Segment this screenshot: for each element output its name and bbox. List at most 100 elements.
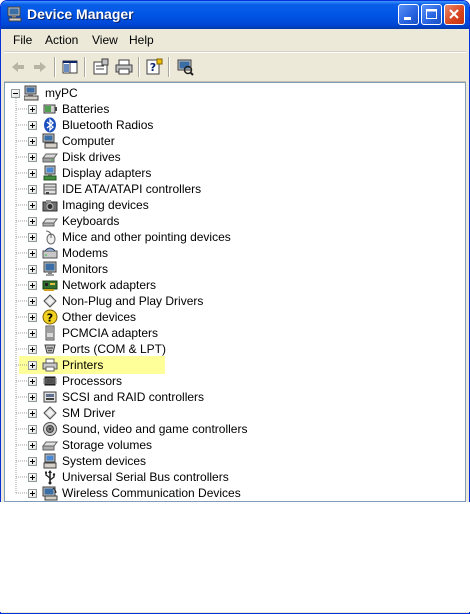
- title-bar[interactable]: Device Manager: [1, 1, 469, 29]
- tree-item-universal-serial-bus-controllers[interactable]: Universal Serial Bus controllers: [5, 469, 305, 485]
- tree-item-label: Keyboards: [62, 214, 120, 228]
- tree-item-printers[interactable]: Printers: [5, 357, 305, 373]
- tree-item-label: Monitors: [62, 262, 109, 276]
- expand-toggle[interactable]: [28, 217, 37, 226]
- tree-item-batteries[interactable]: Batteries: [5, 101, 305, 117]
- tree-item-label: Bluetooth Radios: [62, 118, 154, 132]
- menu-action[interactable]: Action: [45, 33, 78, 47]
- tree-item-bluetooth-radios[interactable]: Bluetooth Radios: [5, 117, 305, 133]
- expand-toggle[interactable]: [28, 281, 37, 290]
- expand-toggle[interactable]: [28, 329, 37, 338]
- expand-toggle[interactable]: [28, 201, 37, 210]
- tree-item-pcmcia-adapters[interactable]: PCMCIA adapters: [5, 325, 305, 341]
- tree-item-ide-ata-atapi-controllers[interactable]: IDE ATA/ATAPI controllers: [5, 181, 305, 197]
- menu-bar: File Action View Help: [4, 29, 466, 52]
- device-tree[interactable]: myPC Batteries Bluetooth Radios Computer Dis…: [4, 82, 466, 502]
- camera-icon: [42, 200, 58, 212]
- expand-toggle[interactable]: [28, 313, 37, 322]
- tree-item-computer[interactable]: Computer: [5, 133, 305, 149]
- menu-help[interactable]: Help: [129, 33, 154, 47]
- tree-item-system-devices[interactable]: System devices: [5, 453, 305, 469]
- printer-icon: [42, 358, 58, 372]
- monitor-icon: [43, 261, 57, 276]
- expand-toggle[interactable]: [28, 393, 37, 402]
- expand-toggle[interactable]: [28, 185, 37, 194]
- show-hide-console-tree-icon[interactable]: [61, 58, 79, 76]
- tree-item-other-devices[interactable]: ? Other devices: [5, 309, 305, 325]
- system-device-icon: [43, 453, 57, 469]
- processor-icon: [43, 376, 57, 386]
- expand-toggle[interactable]: [28, 345, 37, 354]
- tree-item-ports-com-lpt[interactable]: Ports (COM & LPT): [5, 341, 305, 357]
- collapse-toggle[interactable]: [11, 89, 20, 98]
- scan-hardware-icon[interactable]: [176, 58, 194, 76]
- tree-item-label: Storage volumes: [62, 438, 153, 452]
- tree-item-display-adapters[interactable]: Display adapters: [5, 165, 305, 181]
- tree-root-label: myPC: [45, 86, 78, 100]
- modem-icon: [42, 247, 58, 259]
- device-manager-icon: [7, 6, 22, 22]
- expand-toggle[interactable]: [28, 153, 37, 162]
- toolbar-separator: [168, 57, 170, 77]
- tree-item-disk-drives[interactable]: Disk drives: [5, 149, 305, 165]
- ide-controller-icon: [43, 183, 57, 195]
- tree-item-monitors[interactable]: Monitors: [5, 261, 305, 277]
- tree-item-keyboards[interactable]: Keyboards: [5, 213, 305, 229]
- expand-toggle[interactable]: [28, 457, 37, 466]
- properties-icon[interactable]: [92, 58, 110, 76]
- tree-item-imaging-devices[interactable]: Imaging devices: [5, 197, 305, 213]
- tree-item-processors[interactable]: Processors: [5, 373, 305, 389]
- tree-item-label: PCMCIA adapters: [62, 326, 159, 340]
- expand-toggle[interactable]: [28, 425, 37, 434]
- minimize-button[interactable]: [398, 4, 419, 25]
- expand-toggle[interactable]: [28, 473, 37, 482]
- tree-item-mice-and-other-pointing-devices[interactable]: Mice and other pointing devices: [5, 229, 305, 245]
- forward-icon[interactable]: [31, 58, 49, 76]
- toolbar: ?: [4, 52, 466, 82]
- usb-icon: [45, 470, 56, 485]
- tree-item-label: Wireless Communication Devices: [62, 486, 241, 500]
- expand-toggle[interactable]: [28, 233, 37, 242]
- tree-item-modems[interactable]: Modems: [5, 245, 305, 261]
- help-icon[interactable]: ?: [145, 58, 163, 76]
- tree-root-item[interactable]: myPC: [5, 85, 305, 101]
- tree-item-non-plug-and-play-drivers[interactable]: Non-Plug and Play Drivers: [5, 293, 305, 309]
- menu-view[interactable]: View: [92, 33, 118, 47]
- bluetooth-icon: [44, 117, 56, 133]
- expand-toggle[interactable]: [28, 265, 37, 274]
- tree-item-scsi-and-raid-controllers[interactable]: SCSI and RAID controllers: [5, 389, 305, 405]
- tree-item-label: Mice and other pointing devices: [62, 230, 231, 244]
- toolbar-separator: [138, 57, 140, 77]
- scsi-icon: [43, 391, 57, 403]
- tree-item-label: SM Driver: [62, 406, 116, 420]
- close-button[interactable]: [444, 4, 465, 25]
- back-icon[interactable]: [9, 58, 27, 76]
- maximize-icon: [426, 9, 437, 19]
- menu-file[interactable]: File: [13, 33, 32, 47]
- tree-item-label: Printers: [62, 358, 104, 372]
- tree-item-sm-driver[interactable]: SM Driver: [5, 405, 305, 421]
- expand-toggle[interactable]: [28, 409, 37, 418]
- tree-item-network-adapters[interactable]: Network adapters: [5, 277, 305, 293]
- expand-toggle[interactable]: [28, 361, 37, 370]
- expand-toggle[interactable]: [28, 489, 37, 498]
- expand-toggle[interactable]: [28, 441, 37, 450]
- computer-icon: [42, 133, 58, 149]
- expand-toggle[interactable]: [28, 377, 37, 386]
- tree-item-label: Ports (COM & LPT): [62, 342, 167, 356]
- close-icon: [449, 9, 459, 19]
- expand-toggle[interactable]: [28, 297, 37, 306]
- expand-toggle[interactable]: [28, 249, 37, 258]
- tree-item-sound-video-and-game-controllers[interactable]: Sound, video and game controllers: [5, 421, 305, 437]
- maximize-button[interactable]: [421, 4, 442, 25]
- network-adapter-icon: [42, 280, 58, 291]
- expand-toggle[interactable]: [28, 121, 37, 130]
- tree-item-storage-volumes[interactable]: Storage volumes: [5, 437, 305, 453]
- expand-toggle[interactable]: [28, 169, 37, 178]
- port-icon: [44, 344, 56, 354]
- print-icon[interactable]: [115, 58, 133, 76]
- expand-toggle[interactable]: [28, 137, 37, 146]
- tree-item-wireless-communication-devices[interactable]: Wireless Communication Devices: [5, 485, 305, 501]
- window-title: Device Manager: [27, 6, 134, 22]
- expand-toggle[interactable]: [28, 105, 37, 114]
